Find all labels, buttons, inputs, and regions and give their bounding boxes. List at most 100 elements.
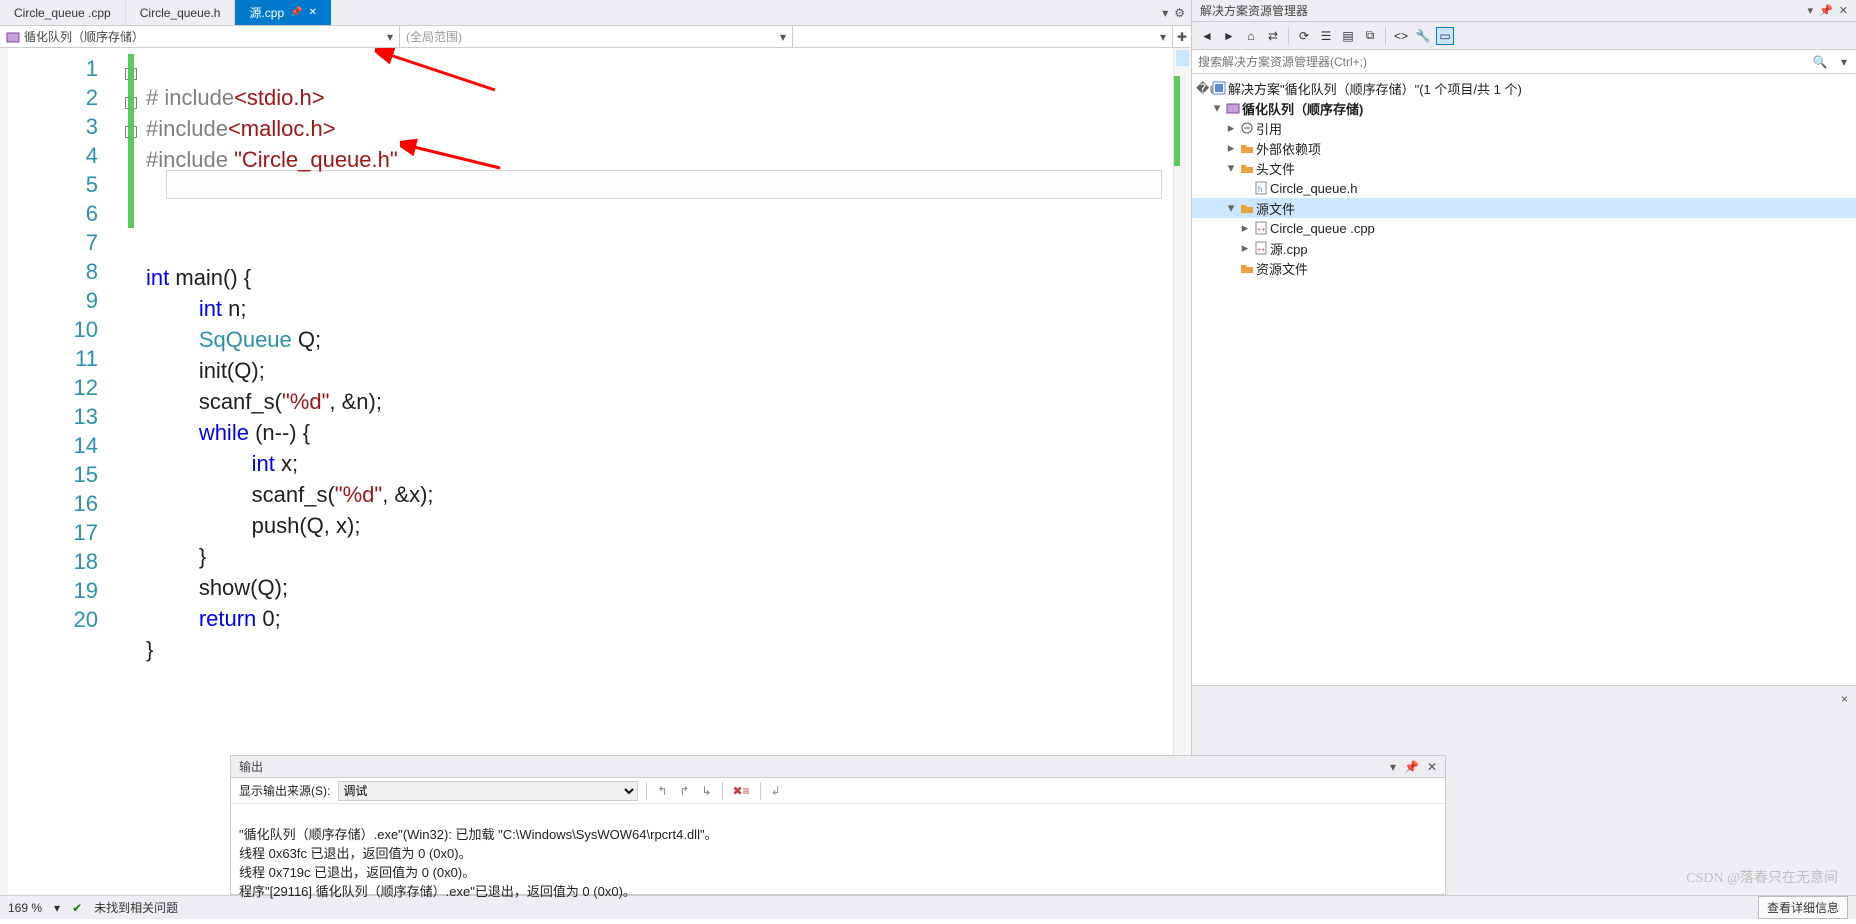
solution-explorer-title-bar: 解决方案资源管理器 ▾ 📌 ✕ bbox=[1192, 0, 1856, 22]
change-indicator bbox=[128, 199, 134, 228]
tab-label: Circle_queue .cpp bbox=[14, 6, 111, 20]
chevron-down-icon: ▾ bbox=[387, 30, 393, 44]
code-view-icon[interactable]: <> bbox=[1392, 27, 1410, 45]
close-icon[interactable]: ✕ bbox=[1427, 760, 1437, 774]
panel-menu-icon[interactable]: ▾ bbox=[1808, 4, 1814, 17]
cpp-file-icon: ++ bbox=[1252, 221, 1270, 235]
expand-toggle[interactable]: ▾ bbox=[1224, 160, 1238, 176]
tree-label: 循化队列（顺序存储) bbox=[1242, 99, 1363, 118]
preview-icon[interactable]: ▭ bbox=[1436, 27, 1454, 45]
line-number-gutter: 1234567891011121314151617181920 bbox=[8, 48, 116, 895]
watermark: CSDN @落春只在无意间 bbox=[1686, 867, 1838, 887]
tree-label: Circle_queue .cpp bbox=[1270, 221, 1375, 236]
close-icon[interactable]: ✕ bbox=[1839, 4, 1848, 17]
zoom-dropdown-icon[interactable]: ▾ bbox=[54, 901, 60, 915]
cpp-file-icon: ++ bbox=[1252, 241, 1270, 255]
folder-icon bbox=[1238, 261, 1256, 275]
panel-title: 解决方案资源管理器 bbox=[1200, 2, 1308, 19]
tree-resources[interactable]: 资源文件 bbox=[1192, 258, 1856, 278]
tree-external-deps[interactable]: ▸ 外部依赖项 bbox=[1192, 138, 1856, 158]
wrench-icon[interactable]: 🔧 bbox=[1414, 27, 1432, 45]
tree-label: 资源文件 bbox=[1256, 259, 1308, 278]
search-icon[interactable]: 🔍 bbox=[1808, 55, 1832, 69]
scope-member-dropdown[interactable]: ▾ bbox=[793, 26, 1173, 47]
scope-namespace-dropdown[interactable]: (全局范围) ▾ bbox=[400, 26, 793, 47]
scope-project-dropdown[interactable]: 循化队列（顺序存储） ▾ bbox=[0, 26, 400, 47]
scope-namespace-label: (全局范围) bbox=[406, 28, 462, 45]
expand-toggle[interactable]: ▸ bbox=[1238, 240, 1252, 256]
project-icon bbox=[6, 30, 20, 44]
h-file-icon: h bbox=[1252, 181, 1270, 195]
tree-headers[interactable]: ▾ 头文件 bbox=[1192, 158, 1856, 178]
tree-label: 头文件 bbox=[1256, 159, 1295, 178]
expand-toggle[interactable]: �ต bbox=[1196, 78, 1210, 99]
tree-file-header[interactable]: h Circle_queue.h bbox=[1192, 178, 1856, 198]
back-icon[interactable]: ◄ bbox=[1198, 27, 1216, 45]
forward-icon[interactable]: ► bbox=[1220, 27, 1238, 45]
change-indicator bbox=[128, 54, 134, 199]
issues-label[interactable]: 未找到相关问题 bbox=[94, 899, 178, 916]
close-icon[interactable]: ✕ bbox=[309, 7, 317, 18]
tab-source-cpp[interactable]: 源.cpp 📌 ✕ bbox=[235, 0, 331, 25]
folder-icon bbox=[1238, 141, 1256, 155]
expand-toggle[interactable]: ▾ bbox=[1224, 200, 1238, 216]
code-editor[interactable]: 1234567891011121314151617181920 − − − # … bbox=[0, 48, 1191, 895]
search-input[interactable] bbox=[1198, 52, 1808, 72]
expand-toggle[interactable]: ▾ bbox=[1210, 100, 1224, 116]
zoom-level[interactable]: 169 % bbox=[8, 901, 42, 915]
folder-open-icon bbox=[1238, 161, 1256, 175]
collapse-icon[interactable]: ⧉ bbox=[1361, 27, 1379, 45]
tree-project[interactable]: ▾ 循化队列（顺序存储) bbox=[1192, 98, 1856, 118]
view-details-button[interactable]: 查看详细信息 bbox=[1758, 896, 1848, 919]
ok-icon: ✔ bbox=[72, 901, 82, 915]
tree-solution[interactable]: �ต 解决方案"循化队列（顺序存储）"(1 个项目/共 1 个) bbox=[1192, 78, 1856, 98]
chevron-down-icon: ▾ bbox=[1160, 30, 1166, 44]
home-icon[interactable]: ⌂ bbox=[1242, 27, 1260, 45]
tab-label: 源.cpp bbox=[249, 4, 284, 21]
tab-circle-queue-cpp[interactable]: Circle_queue .cpp bbox=[0, 0, 126, 25]
tabs-dropdown-icon[interactable]: ▾ bbox=[1162, 6, 1168, 20]
tree-sources[interactable]: ▾ 源文件 bbox=[1192, 198, 1856, 218]
gear-icon[interactable]: ⚙ bbox=[1174, 6, 1185, 20]
filter-icon[interactable]: ☰ bbox=[1317, 27, 1335, 45]
editor-tab-bar: Circle_queue .cpp Circle_queue.h 源.cpp 📌… bbox=[0, 0, 1191, 26]
tab-label: Circle_queue.h bbox=[140, 6, 221, 20]
pin-icon[interactable]: 📌 bbox=[290, 7, 302, 18]
solution-explorer-search[interactable]: 🔍 ▾ bbox=[1192, 50, 1856, 74]
project-icon bbox=[1224, 101, 1242, 115]
tree-label: 源.cpp bbox=[1270, 239, 1308, 258]
tab-circle-queue-h[interactable]: Circle_queue.h bbox=[126, 0, 236, 25]
tree-file-cpp[interactable]: ▸ ++ 源.cpp bbox=[1192, 238, 1856, 258]
solution-icon bbox=[1210, 81, 1228, 95]
chevron-down-icon[interactable]: ▾ bbox=[1832, 55, 1856, 69]
code-content[interactable]: # include<stdio.h> #include<malloc.h> #i… bbox=[146, 48, 1173, 895]
svg-text:h: h bbox=[1258, 185, 1262, 194]
split-editor-icon[interactable]: ✚ bbox=[1173, 26, 1191, 47]
expand-toggle[interactable]: ▸ bbox=[1238, 220, 1252, 236]
svg-text:++: ++ bbox=[1257, 227, 1265, 234]
tree-file-cpp[interactable]: ▸ ++ Circle_queue .cpp bbox=[1192, 218, 1856, 238]
show-all-icon[interactable]: ▤ bbox=[1339, 27, 1357, 45]
tree-label: 解决方案"循化队列（顺序存储）"(1 个项目/共 1 个) bbox=[1228, 79, 1522, 98]
tree-label: 源文件 bbox=[1256, 199, 1295, 218]
expand-toggle[interactable]: ▸ bbox=[1224, 120, 1238, 136]
context-nav-bar: 循化队列（顺序存储） ▾ (全局范围) ▾ ▾ ✚ bbox=[0, 26, 1191, 48]
scope-project-label: 循化队列（顺序存储） bbox=[24, 28, 144, 45]
refresh-icon[interactable]: ⟳ bbox=[1295, 27, 1313, 45]
expand-toggle[interactable]: ▸ bbox=[1224, 140, 1238, 156]
close-icon[interactable]: × bbox=[1841, 692, 1848, 706]
svg-text:++: ++ bbox=[1257, 247, 1265, 254]
pin-icon[interactable]: 📌 bbox=[1404, 760, 1419, 774]
panel-menu-icon[interactable]: ▾ bbox=[1390, 760, 1396, 774]
references-icon bbox=[1238, 121, 1256, 135]
sync-icon[interactable]: ⇄ bbox=[1264, 27, 1282, 45]
pin-icon[interactable]: 📌 bbox=[1819, 4, 1833, 17]
chevron-down-icon: ▾ bbox=[780, 30, 786, 44]
solution-tree[interactable]: �ต 解决方案"循化队列（顺序存储）"(1 个项目/共 1 个) ▾ 循化队列（… bbox=[1192, 74, 1856, 685]
tree-references[interactable]: ▸ 引用 bbox=[1192, 118, 1856, 138]
tree-label: 外部依赖项 bbox=[1256, 139, 1321, 158]
solution-explorer-toolbar: ◄ ► ⌂ ⇄ ⟳ ☰ ▤ ⧉ <> 🔧 ▭ bbox=[1192, 22, 1856, 50]
tree-label: Circle_queue.h bbox=[1270, 181, 1357, 196]
folder-open-icon bbox=[1238, 201, 1256, 215]
tree-label: 引用 bbox=[1256, 119, 1282, 138]
